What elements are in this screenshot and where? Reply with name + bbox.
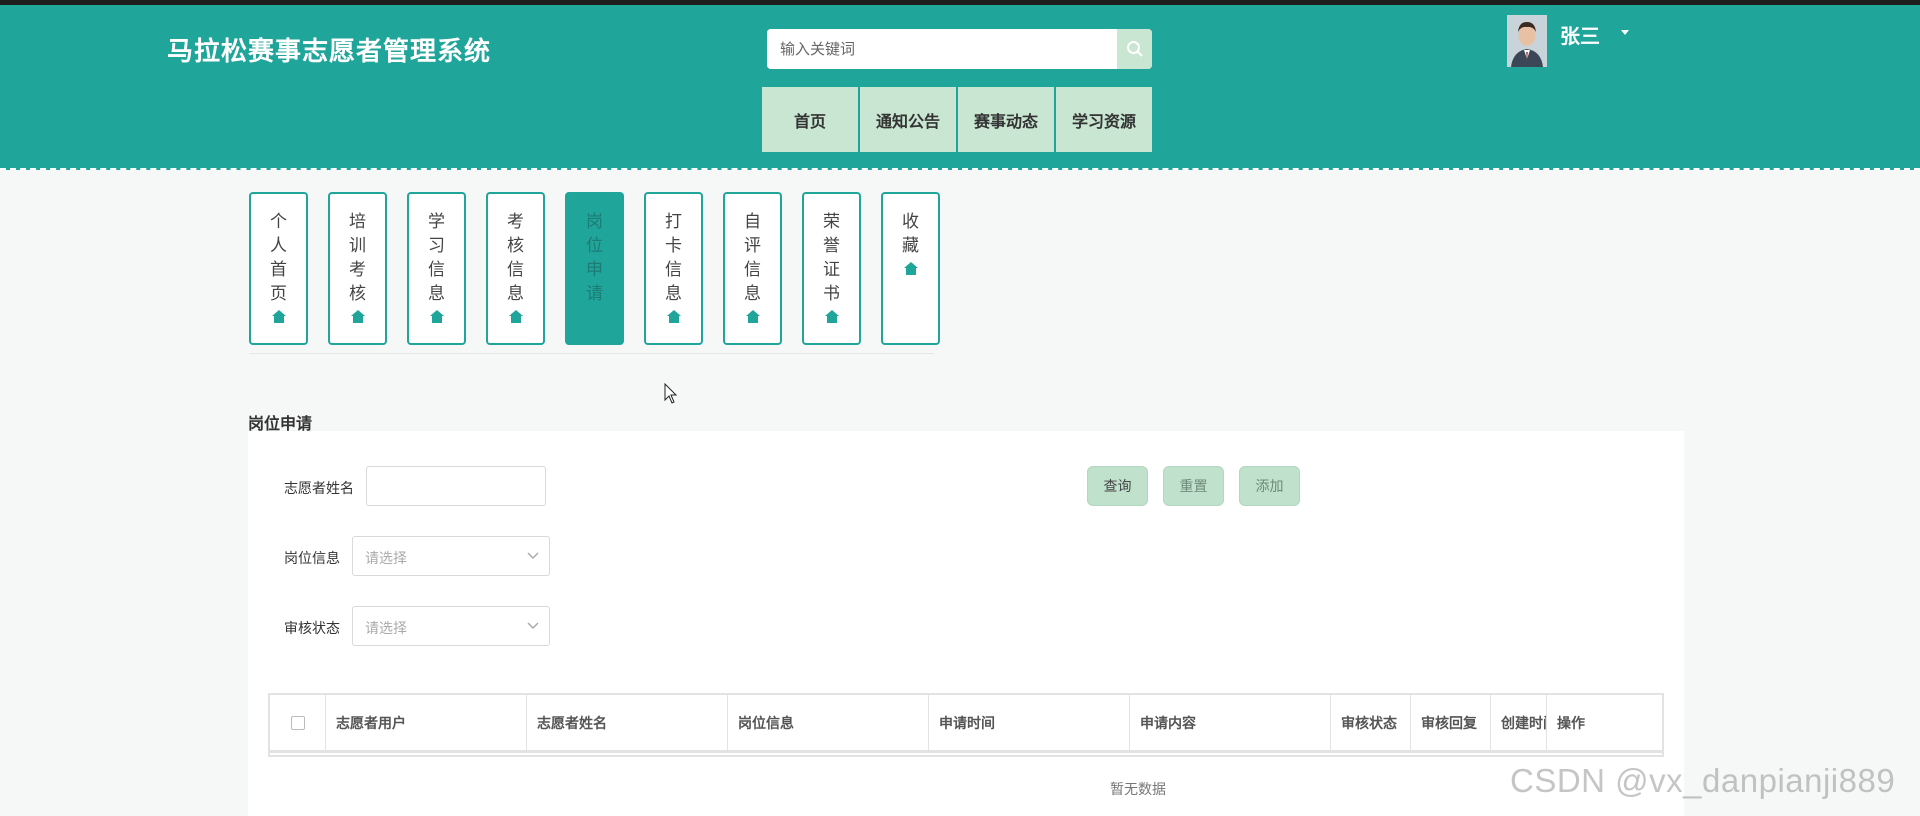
home-icon (271, 310, 286, 323)
user-center-menu: 个人首页 培训考核 学习信息 考核信息 岗位申请 打卡信息 自评信息 荣誉证书 … (249, 192, 940, 345)
menu-label: 打卡信息 (665, 212, 682, 304)
select-all-cell (270, 695, 326, 750)
search-box (767, 29, 1152, 69)
menu-assessment-info[interactable]: 考核信息 (486, 192, 545, 345)
table-header: 志愿者用户 志愿者姓名 岗位信息 申请时间 申请内容 审核状态 审核回复 创建时… (270, 695, 1662, 753)
menu-label: 学习信息 (428, 212, 445, 304)
select-placeholder: 请选择 (365, 551, 407, 567)
mouse-cursor-icon (664, 383, 678, 404)
home-icon (508, 310, 523, 323)
select-placeholder: 请选择 (365, 621, 407, 637)
divider (249, 353, 934, 354)
menu-favorites[interactable]: 收藏 (881, 192, 940, 345)
menu-self-evaluation[interactable]: 自评信息 (723, 192, 782, 345)
home-icon (824, 310, 839, 323)
avatar[interactable] (1507, 15, 1547, 67)
menu-label: 培训考核 (349, 212, 366, 304)
col-apply-content[interactable]: 申请内容 (1130, 695, 1331, 750)
review-status-label: 审核状态 (284, 621, 340, 637)
menu-checkin-info[interactable]: 打卡信息 (644, 192, 703, 345)
volunteer-name-label: 志愿者姓名 (284, 481, 354, 497)
post-info-label: 岗位信息 (284, 551, 340, 567)
menu-post-application[interactable]: 岗位申请 (565, 192, 624, 345)
review-status-select[interactable]: 请选择 (352, 606, 550, 646)
nav-event-news[interactable]: 赛事动态 (958, 87, 1054, 152)
home-icon (903, 262, 918, 275)
col-review-status[interactable]: 审核状态 (1331, 695, 1411, 750)
chevron-down-icon (527, 552, 539, 560)
empty-data-text: 暂无数据 (1110, 782, 1166, 798)
menu-label: 自评信息 (744, 212, 761, 304)
search-icon (1126, 41, 1143, 57)
add-button[interactable]: 添加 (1239, 466, 1300, 506)
volunteer-name-input[interactable] (366, 466, 546, 506)
menu-training-assessment[interactable]: 培训考核 (328, 192, 387, 345)
menu-personal-home[interactable]: 个人首页 (249, 192, 308, 345)
watermark: CSDN @vx_danpianji889 (1510, 762, 1896, 799)
search-input[interactable] (767, 29, 1117, 69)
menu-label: 荣誉证书 (823, 212, 840, 304)
main-nav: 首页 通知公告 赛事动态 学习资源 (762, 87, 1152, 152)
select-all-checkbox[interactable] (290, 715, 305, 730)
menu-label: 考核信息 (507, 212, 524, 304)
post-info-select[interactable]: 请选择 (352, 536, 550, 576)
home-icon (745, 310, 760, 323)
query-button[interactable]: 查询 (1087, 466, 1148, 506)
menu-label: 收藏 (902, 212, 919, 256)
username[interactable]: 张三 (1560, 20, 1600, 49)
nav-notice[interactable]: 通知公告 (860, 87, 956, 152)
home-icon (666, 310, 681, 323)
top-header: 马拉松赛事志愿者管理系统 首页 通知公告 赛事动态 学习资源 张三 (0, 0, 1920, 170)
menu-learning-info[interactable]: 学习信息 (407, 192, 466, 345)
chevron-down-icon[interactable] (1621, 30, 1629, 35)
col-actions: 操作 (1557, 715, 1585, 732)
home-icon (429, 310, 444, 323)
home-icon (350, 310, 365, 323)
application-table: 志愿者用户 志愿者姓名 岗位信息 申请时间 申请内容 审核状态 审核回复 创建时… (268, 693, 1664, 757)
search-button[interactable] (1117, 29, 1152, 69)
menu-honor-certificate[interactable]: 荣誉证书 (802, 192, 861, 345)
chevron-down-icon (527, 622, 539, 630)
col-review-reply[interactable]: 审核回复 (1411, 695, 1491, 750)
col-volunteer-user[interactable]: 志愿者用户 (326, 695, 527, 750)
nav-home[interactable]: 首页 (762, 87, 858, 152)
avatar-portrait-icon (1507, 15, 1547, 67)
col-volunteer-name[interactable]: 志愿者姓名 (527, 695, 728, 750)
col-apply-time[interactable]: 申请时间 (929, 695, 1130, 750)
site-title: 马拉松赛事志愿者管理系统 (167, 37, 492, 67)
nav-learning-resources[interactable]: 学习资源 (1056, 87, 1152, 152)
col-post-info[interactable]: 岗位信息 (728, 695, 929, 750)
menu-label: 个人首页 (270, 212, 287, 304)
menu-label: 岗位申请 (586, 212, 603, 304)
col-create-time[interactable]: 创建时间 (1491, 695, 1547, 750)
reset-button[interactable]: 重置 (1163, 466, 1224, 506)
